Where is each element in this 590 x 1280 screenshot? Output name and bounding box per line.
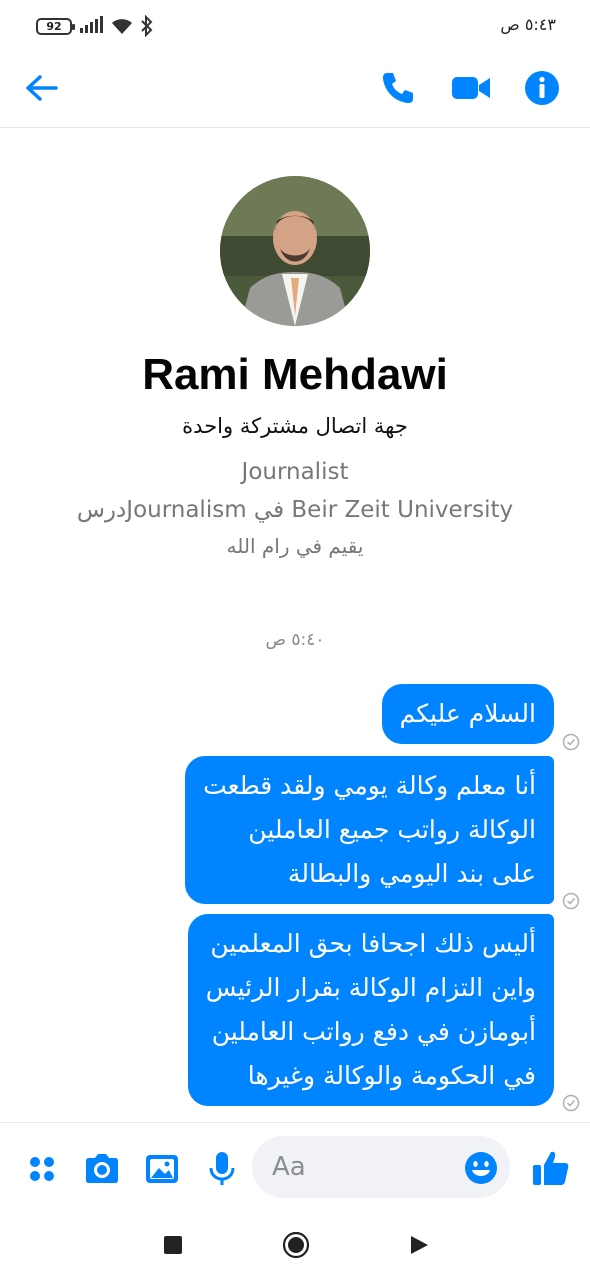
emoji-icon[interactable] bbox=[462, 1149, 500, 1187]
sent-check-icon bbox=[562, 1094, 580, 1112]
video-camera-icon[interactable] bbox=[449, 68, 493, 108]
info-icon[interactable] bbox=[522, 68, 562, 108]
avatar-photo bbox=[220, 176, 370, 326]
message-composer bbox=[0, 1122, 590, 1210]
back-triangle-icon[interactable] bbox=[408, 1234, 430, 1256]
outgoing-message-bubble[interactable]: أنا معلم وكالة يومي ولقد قطعت الوكالة رو… bbox=[185, 756, 554, 904]
wifi-icon bbox=[112, 19, 132, 34]
status-time: ٥:٤٣ ص bbox=[500, 15, 556, 34]
profile-location: يقيم في رام الله bbox=[226, 534, 364, 558]
profile-name: Rami Mehdawi bbox=[142, 350, 448, 399]
system-navigation-bar bbox=[0, 1210, 590, 1280]
chat-header bbox=[0, 52, 590, 128]
status-bar: 92 ٥:٤٣ ص bbox=[0, 0, 590, 52]
profile-avatar[interactable] bbox=[220, 176, 370, 326]
battery-icon: 92 bbox=[36, 18, 75, 35]
sent-check-icon bbox=[562, 892, 580, 910]
camera-icon[interactable] bbox=[82, 1149, 122, 1189]
back-arrow-icon[interactable] bbox=[22, 68, 62, 108]
signal-icon bbox=[80, 16, 103, 33]
recents-square-icon[interactable] bbox=[164, 1236, 182, 1254]
outgoing-message-bubble[interactable]: السلام عليكم bbox=[381, 684, 554, 744]
profile-education: درسJournalism في Beir Zeit University bbox=[76, 497, 514, 523]
bluetooth-icon bbox=[141, 15, 153, 37]
sent-check-icon bbox=[562, 733, 580, 751]
profile-job: Journalist bbox=[241, 459, 349, 485]
mutual-contact-text: جهة اتصال مشتركة واحدة bbox=[182, 414, 408, 438]
phone-icon[interactable] bbox=[378, 68, 418, 108]
menu-dots-icon[interactable] bbox=[22, 1149, 62, 1189]
message-timestamp: ٥:٤٠ ص bbox=[265, 630, 325, 650]
microphone-icon[interactable] bbox=[202, 1149, 242, 1189]
image-icon[interactable] bbox=[142, 1149, 182, 1189]
home-circle-icon[interactable] bbox=[282, 1231, 310, 1259]
thumbs-up-icon[interactable] bbox=[530, 1147, 572, 1189]
outgoing-message-bubble[interactable]: أليس ذلك اجحافا بحق المعلمين واين التزام… bbox=[187, 914, 554, 1106]
